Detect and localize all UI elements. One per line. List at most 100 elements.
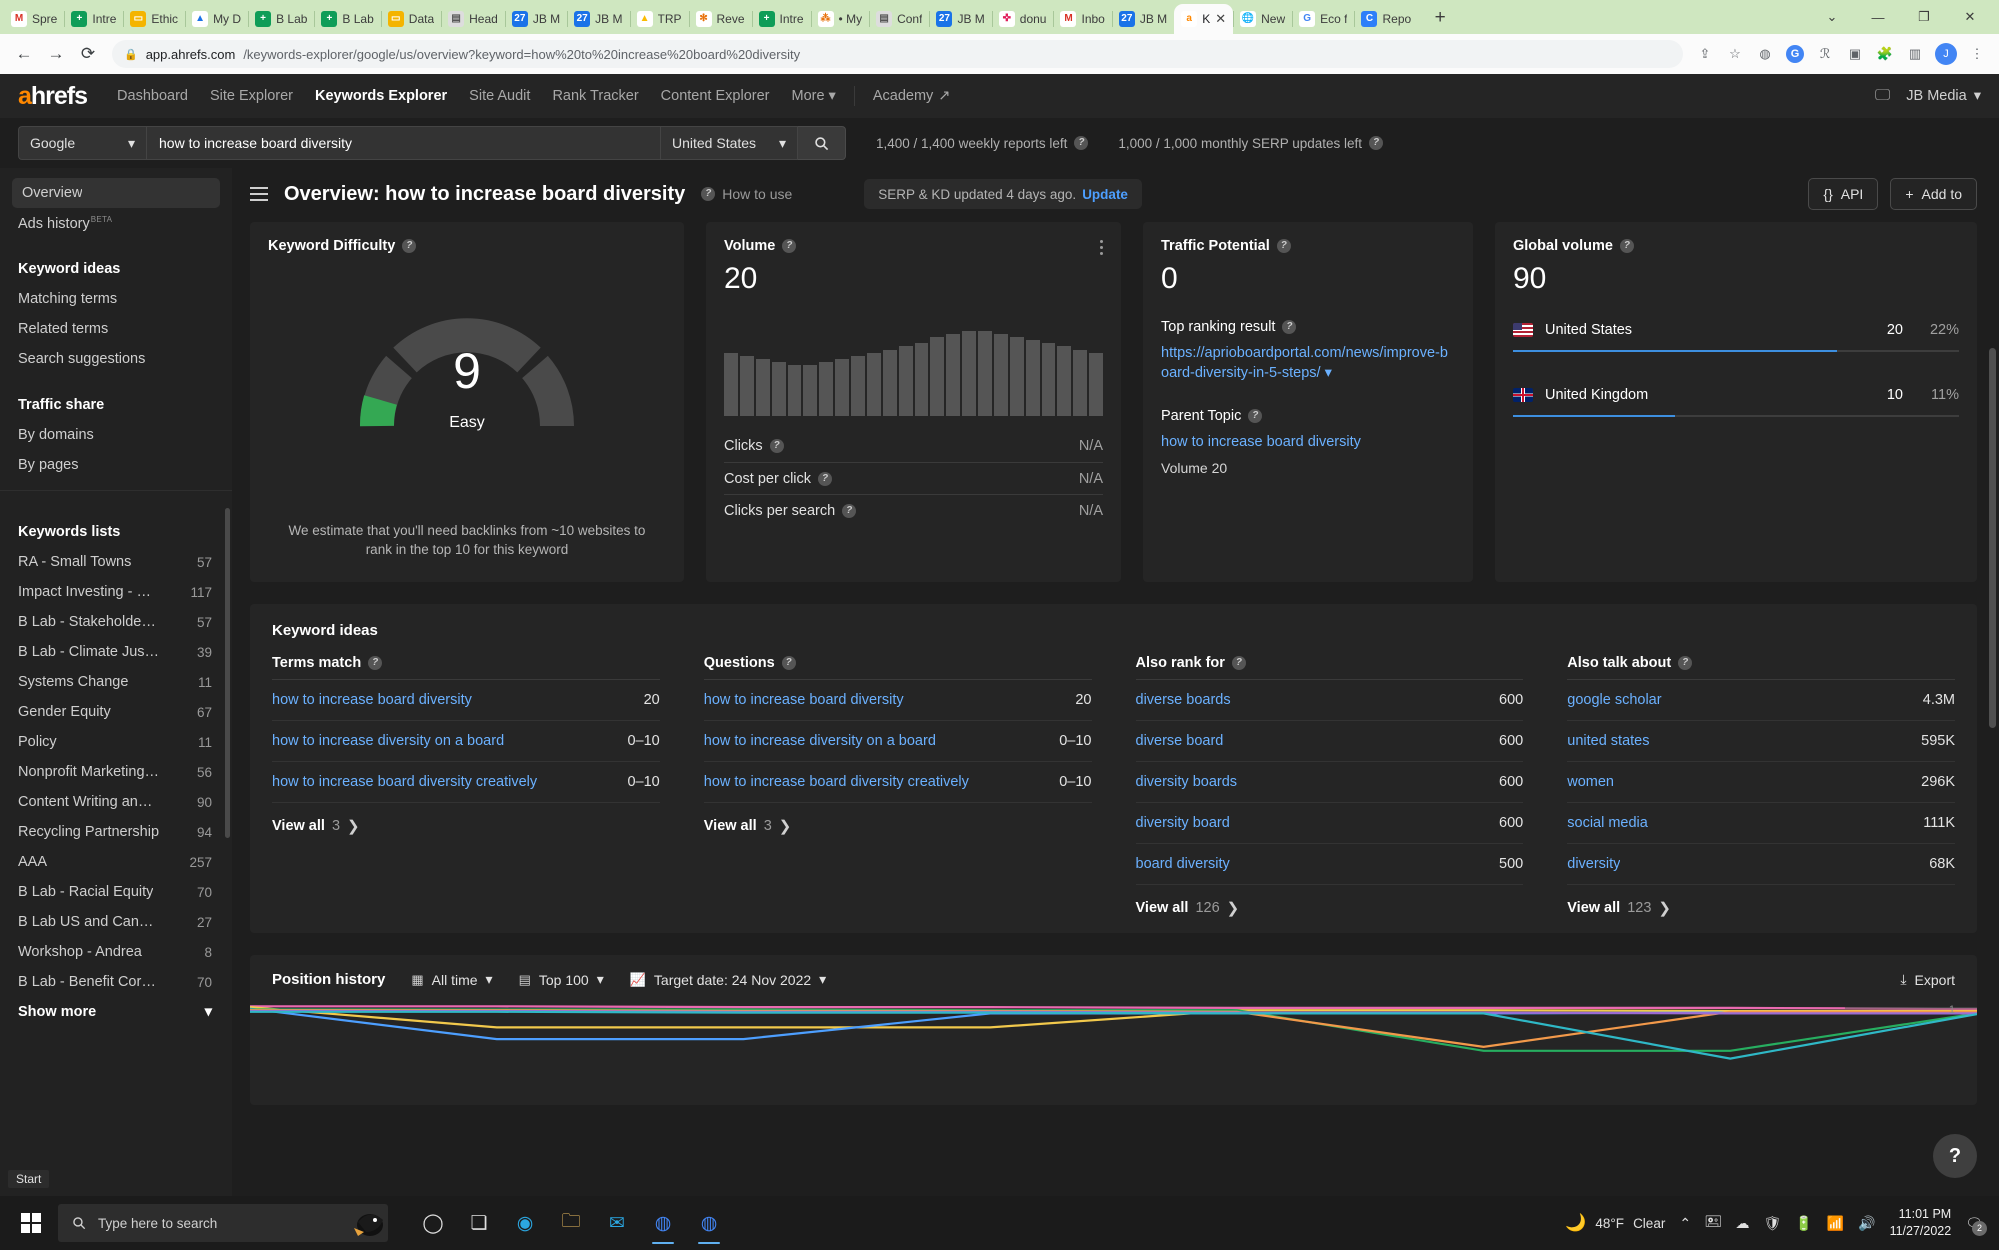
tray-expand-chevron-icon[interactable]: ⌃ bbox=[1679, 1215, 1691, 1232]
browser-tab[interactable]: ▤ Conf bbox=[869, 4, 929, 34]
sidebar-item-ads-history[interactable]: Ads historyBETA bbox=[0, 208, 232, 238]
country-row[interactable]: United States 20 22% bbox=[1513, 317, 1959, 360]
sidebar-list-b-lab-racial-equity[interactable]: B Lab - Racial Equity 70 bbox=[0, 877, 232, 907]
nav-item-site-audit[interactable]: Site Audit bbox=[469, 88, 530, 104]
nav-item-site-explorer[interactable]: Site Explorer bbox=[210, 88, 293, 104]
keyword-idea-link[interactable]: how to increase diversity on a board bbox=[272, 733, 504, 749]
browser-tab[interactable]: ▲ TRP bbox=[629, 4, 689, 34]
help-icon[interactable]: ? bbox=[1248, 408, 1263, 423]
chrome-icon[interactable]: ◍ bbox=[640, 1200, 686, 1246]
view-all-link[interactable]: View all 3 ❯ bbox=[704, 817, 1092, 835]
star-icon[interactable]: ☆ bbox=[1721, 40, 1749, 68]
help-icon[interactable]: ? bbox=[368, 656, 383, 670]
help-icon[interactable]: ? bbox=[1074, 136, 1089, 150]
api-button[interactable]: {} API bbox=[1808, 178, 1879, 210]
keyword-idea-link[interactable]: how to increase board diversity bbox=[704, 692, 904, 708]
cortana-icon[interactable]: ◯ bbox=[410, 1200, 456, 1246]
sidebar-item-by-domains[interactable]: By domains bbox=[0, 420, 232, 450]
browser-tab[interactable]: + Intre bbox=[751, 4, 811, 34]
help-icon[interactable]: ? bbox=[781, 656, 796, 670]
sidebar-item-related-terms[interactable]: Related terms bbox=[0, 314, 232, 344]
sidebar-list-b-lab-us-and-can[interactable]: B Lab US and Can… 27 bbox=[0, 907, 232, 937]
browser-tab[interactable]: 27 JB M bbox=[1111, 4, 1174, 34]
help-icon[interactable]: ? bbox=[782, 239, 797, 253]
position-history-filter[interactable]: ▤ Top 100 ▾ bbox=[519, 971, 604, 988]
top-ranking-url[interactable]: https://aprioboardportal.com/news/improv… bbox=[1161, 343, 1455, 384]
profile-avatar-icon[interactable]: J bbox=[1935, 43, 1957, 65]
keyword-idea-link[interactable]: how to increase board diversity creative… bbox=[704, 774, 969, 790]
help-icon[interactable]: ? bbox=[842, 503, 857, 518]
add-to-button[interactable]: + Add to bbox=[1890, 178, 1977, 210]
browser-tab[interactable]: + B Lab bbox=[248, 4, 314, 34]
keyword-idea-link[interactable]: women bbox=[1567, 774, 1614, 790]
address-bar[interactable]: 🔒 app.ahrefs.com/keywords-explorer/googl… bbox=[112, 40, 1683, 68]
cortana-mascot-icon[interactable] bbox=[350, 1202, 392, 1244]
sidebar-icon[interactable]: ▥ bbox=[1901, 40, 1929, 68]
keyword-idea-link[interactable]: google scholar bbox=[1567, 692, 1661, 708]
sidebar-list-workshop-andrea[interactable]: Workshop - Andrea 8 bbox=[0, 937, 232, 967]
share-icon[interactable]: ⇪ bbox=[1691, 40, 1719, 68]
view-all-link[interactable]: View all 126 ❯ bbox=[1136, 899, 1524, 917]
sidebar-list-ra-small-towns[interactable]: RA - Small Towns 57 bbox=[0, 547, 232, 577]
help-icon[interactable]: ? bbox=[818, 471, 833, 486]
keyword-idea-link[interactable]: diverse boards bbox=[1136, 692, 1231, 708]
help-icon[interactable]: ? bbox=[1276, 239, 1291, 253]
sidebar-item-search-suggestions[interactable]: Search suggestions bbox=[0, 344, 232, 374]
keyword-idea-link[interactable]: board diversity bbox=[1136, 856, 1230, 872]
browser-tab[interactable]: 27 JB M bbox=[929, 4, 991, 34]
view-all-link[interactable]: View all 3 ❯ bbox=[272, 817, 660, 835]
browser-tab[interactable]: ▭ Ethic bbox=[123, 4, 185, 34]
volume-icon[interactable]: 🔊 bbox=[1858, 1215, 1875, 1232]
chrome-icon-2[interactable]: ◍ bbox=[686, 1200, 732, 1246]
browser-tab[interactable]: ▲ My D bbox=[185, 4, 248, 34]
sidebar-list-impact-investing[interactable]: Impact Investing - … 117 bbox=[0, 577, 232, 607]
clock[interactable]: 11:01 PM 11/27/2022 bbox=[1890, 1206, 1952, 1240]
parent-topic-link[interactable]: how to increase board diversity bbox=[1161, 432, 1455, 452]
minimize-button[interactable]: — bbox=[1855, 2, 1901, 32]
how-to-use-link[interactable]: ? How to use bbox=[701, 186, 792, 202]
nav-item-more[interactable]: More ▾ bbox=[791, 88, 835, 104]
extension-puzzle-icon[interactable]: 🧩 bbox=[1871, 40, 1899, 68]
keyword-idea-link[interactable]: social media bbox=[1567, 815, 1648, 831]
keyword-idea-link[interactable]: diverse board bbox=[1136, 733, 1224, 749]
taskbar-search[interactable]: Type here to search bbox=[58, 1204, 388, 1242]
back-button[interactable]: ← bbox=[8, 38, 40, 70]
sidebar-list-recycling-partnership[interactable]: Recycling Partnership 94 bbox=[0, 817, 232, 847]
sidebar-list-systems-change[interactable]: Systems Change 11 bbox=[0, 667, 232, 697]
start-button[interactable] bbox=[8, 1200, 54, 1246]
browser-tab[interactable]: a K ✕ bbox=[1174, 4, 1234, 34]
sidebar-list-b-lab-benefit-cor[interactable]: B Lab - Benefit Cor… 70 bbox=[0, 967, 232, 997]
view-all-link[interactable]: View all 123 ❯ bbox=[1567, 899, 1955, 917]
sidebar-scrollbar[interactable] bbox=[225, 508, 230, 838]
camera-icon[interactable]: 🖭 bbox=[1705, 1211, 1721, 1235]
keyword-idea-link[interactable]: diversity boards bbox=[1136, 774, 1238, 790]
rocket-icon[interactable]: ℛ bbox=[1811, 40, 1839, 68]
main-scrollbar[interactable] bbox=[1989, 348, 1996, 728]
file-explorer-icon[interactable]: 🗀 bbox=[548, 1200, 594, 1246]
search-button[interactable] bbox=[798, 126, 846, 160]
menu-toggle-icon[interactable] bbox=[250, 187, 268, 201]
browser-tab[interactable]: ✜ donu bbox=[991, 4, 1054, 34]
sidebar-list-content-writing-an[interactable]: Content Writing an… 90 bbox=[0, 787, 232, 817]
tab-close-icon[interactable]: ✕ bbox=[1215, 11, 1226, 27]
chevron-down-icon[interactable]: ▾ bbox=[1325, 365, 1332, 381]
export-button[interactable]: ⤓ Export bbox=[1900, 971, 1955, 988]
nav-item-dashboard[interactable]: Dashboard bbox=[117, 88, 188, 104]
wifi-icon[interactable]: 📶 bbox=[1827, 1215, 1844, 1232]
browser-tab[interactable]: 27 JB M bbox=[504, 4, 567, 34]
help-icon[interactable]: ? bbox=[769, 439, 784, 453]
account-menu[interactable]: JB Media ▾ bbox=[1906, 88, 1981, 104]
sidebar-list-aaa[interactable]: AAA 257 bbox=[0, 847, 232, 877]
sidebar-list-gender-equity[interactable]: Gender Equity 67 bbox=[0, 697, 232, 727]
security-icon[interactable]: 🛡 bbox=[1763, 1215, 1781, 1232]
help-icon[interactable]: ? bbox=[402, 239, 417, 253]
nav-item-keywords-explorer[interactable]: Keywords Explorer bbox=[315, 88, 447, 104]
sidebar-item-overview[interactable]: Overview bbox=[12, 178, 220, 208]
help-fab-button[interactable]: ? bbox=[1933, 1134, 1977, 1178]
close-window-button[interactable]: ✕ bbox=[1947, 2, 1993, 32]
browser-tab[interactable]: + B Lab bbox=[314, 4, 380, 34]
sidebar-list-b-lab-stakeholde[interactable]: B Lab - Stakeholde… 57 bbox=[0, 607, 232, 637]
browser-tab[interactable]: ✻ Reve bbox=[688, 4, 752, 34]
ahrefs-logo[interactable]: ahrefs bbox=[18, 83, 88, 109]
nav-item-rank-tracker[interactable]: Rank Tracker bbox=[552, 88, 638, 104]
